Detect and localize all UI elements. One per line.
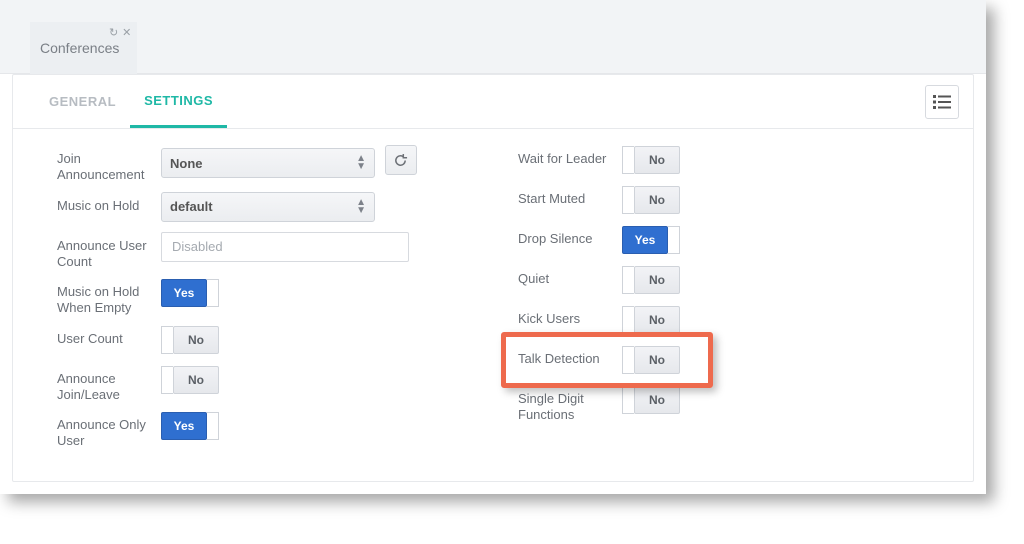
toggle-text: Yes [622,226,668,254]
window-title-tab[interactable]: Conferences ↻ ✕ [30,22,137,74]
music-on-hold-select[interactable]: default ▲▼ [161,192,375,222]
join-announcement-value: None [170,156,203,171]
tab-general[interactable]: GENERAL [35,75,130,128]
toggle-knob [207,279,219,307]
label-quiet: Quiet [518,265,622,287]
toggle-text: No [634,386,680,414]
toggle-knob [668,226,680,254]
settings-content: Join Announcement None ▲▼ [13,129,973,474]
row-announce-only-user: Announce Only User Yes [57,411,478,450]
toggle-knob [622,266,634,294]
list-view-button[interactable] [925,85,959,119]
refresh-icon[interactable]: ↻ [109,26,118,39]
row-announce-join-leave: Announce Join/Leave No [57,365,478,404]
row-wait-for-leader: Wait for Leader No [518,145,939,177]
row-announce-user-count: Announce User Count [57,232,478,271]
label-join-announcement: Join Announcement [57,145,161,184]
toggle-text: No [634,306,680,334]
row-moh-when-empty: Music on Hold When Empty Yes [57,278,478,317]
row-music-on-hold: Music on Hold default ▲▼ [57,192,478,224]
toggle-knob [161,326,173,354]
toggle-knob [622,386,634,414]
label-moh-when-empty: Music on Hold When Empty [57,278,161,317]
talk-detection-toggle[interactable]: No [622,345,680,375]
select-arrows-icon: ▲▼ [356,199,366,215]
reload-announcement-button[interactable] [385,145,417,175]
row-kick-users: Kick Users No [518,305,939,337]
label-user-count: User Count [57,325,161,347]
toggle-knob [207,412,219,440]
quiet-toggle[interactable]: No [622,265,680,295]
row-join-announcement: Join Announcement None ▲▼ [57,145,478,184]
window-title: Conferences [40,40,119,56]
label-music-on-hold: Music on Hold [57,192,161,214]
label-drop-silence: Drop Silence [518,225,622,247]
kick-users-toggle[interactable]: No [622,305,680,335]
toggle-text: No [634,346,680,374]
label-wait-for-leader: Wait for Leader [518,145,622,167]
music-on-hold-value: default [170,199,213,214]
label-announce-user-count: Announce User Count [57,232,161,271]
settings-panel: GENERAL SETTINGS Join Announcement None [12,74,974,482]
label-single-digit-functions: Single Digit Functions [518,385,622,424]
app-window: Conferences ↻ ✕ GENERAL SETTINGS [0,0,986,494]
tab-bar: GENERAL SETTINGS [13,75,973,129]
single-digit-functions-toggle[interactable]: No [622,385,680,415]
row-start-muted: Start Muted No [518,185,939,217]
toggle-text: Yes [161,279,207,307]
row-user-count: User Count No [57,325,478,357]
user-count-toggle[interactable]: No [161,325,219,355]
right-column: Wait for Leader No Start Muted No [518,145,939,458]
label-start-muted: Start Muted [518,185,622,207]
toggle-text: No [634,186,680,214]
join-announcement-select[interactable]: None ▲▼ [161,148,375,178]
wait-for-leader-toggle[interactable]: No [622,145,680,175]
start-muted-toggle[interactable]: No [622,185,680,215]
toggle-knob [622,146,634,174]
toggle-knob [622,186,634,214]
reload-icon [393,153,408,168]
label-announce-join-leave: Announce Join/Leave [57,365,161,404]
toggle-knob [622,306,634,334]
row-single-digit-functions: Single Digit Functions No [518,385,939,424]
row-talk-detection: Talk Detection No [518,345,939,377]
toggle-text: No [173,366,219,394]
row-drop-silence: Drop Silence Yes [518,225,939,257]
announce-join-leave-toggle[interactable]: No [161,365,219,395]
toggle-text: Yes [161,412,207,440]
select-arrows-icon: ▲▼ [356,155,366,171]
close-icon[interactable]: ✕ [122,26,131,39]
toggle-knob [161,366,173,394]
toggle-text: No [634,266,680,294]
moh-when-empty-toggle[interactable]: Yes [161,278,219,308]
drop-silence-toggle[interactable]: Yes [622,225,680,255]
toggle-text: No [634,146,680,174]
label-announce-only-user: Announce Only User [57,411,161,450]
label-kick-users: Kick Users [518,305,622,327]
window-header-band: Conferences ↻ ✕ [0,0,986,74]
toggle-knob [622,346,634,374]
toggle-text: No [173,326,219,354]
tab-settings[interactable]: SETTINGS [130,75,227,128]
row-quiet: Quiet No [518,265,939,297]
label-talk-detection: Talk Detection [518,345,622,367]
list-icon [933,95,951,109]
left-column: Join Announcement None ▲▼ [57,145,478,458]
announce-only-user-toggle[interactable]: Yes [161,411,219,441]
announce-user-count-field[interactable] [161,232,409,262]
